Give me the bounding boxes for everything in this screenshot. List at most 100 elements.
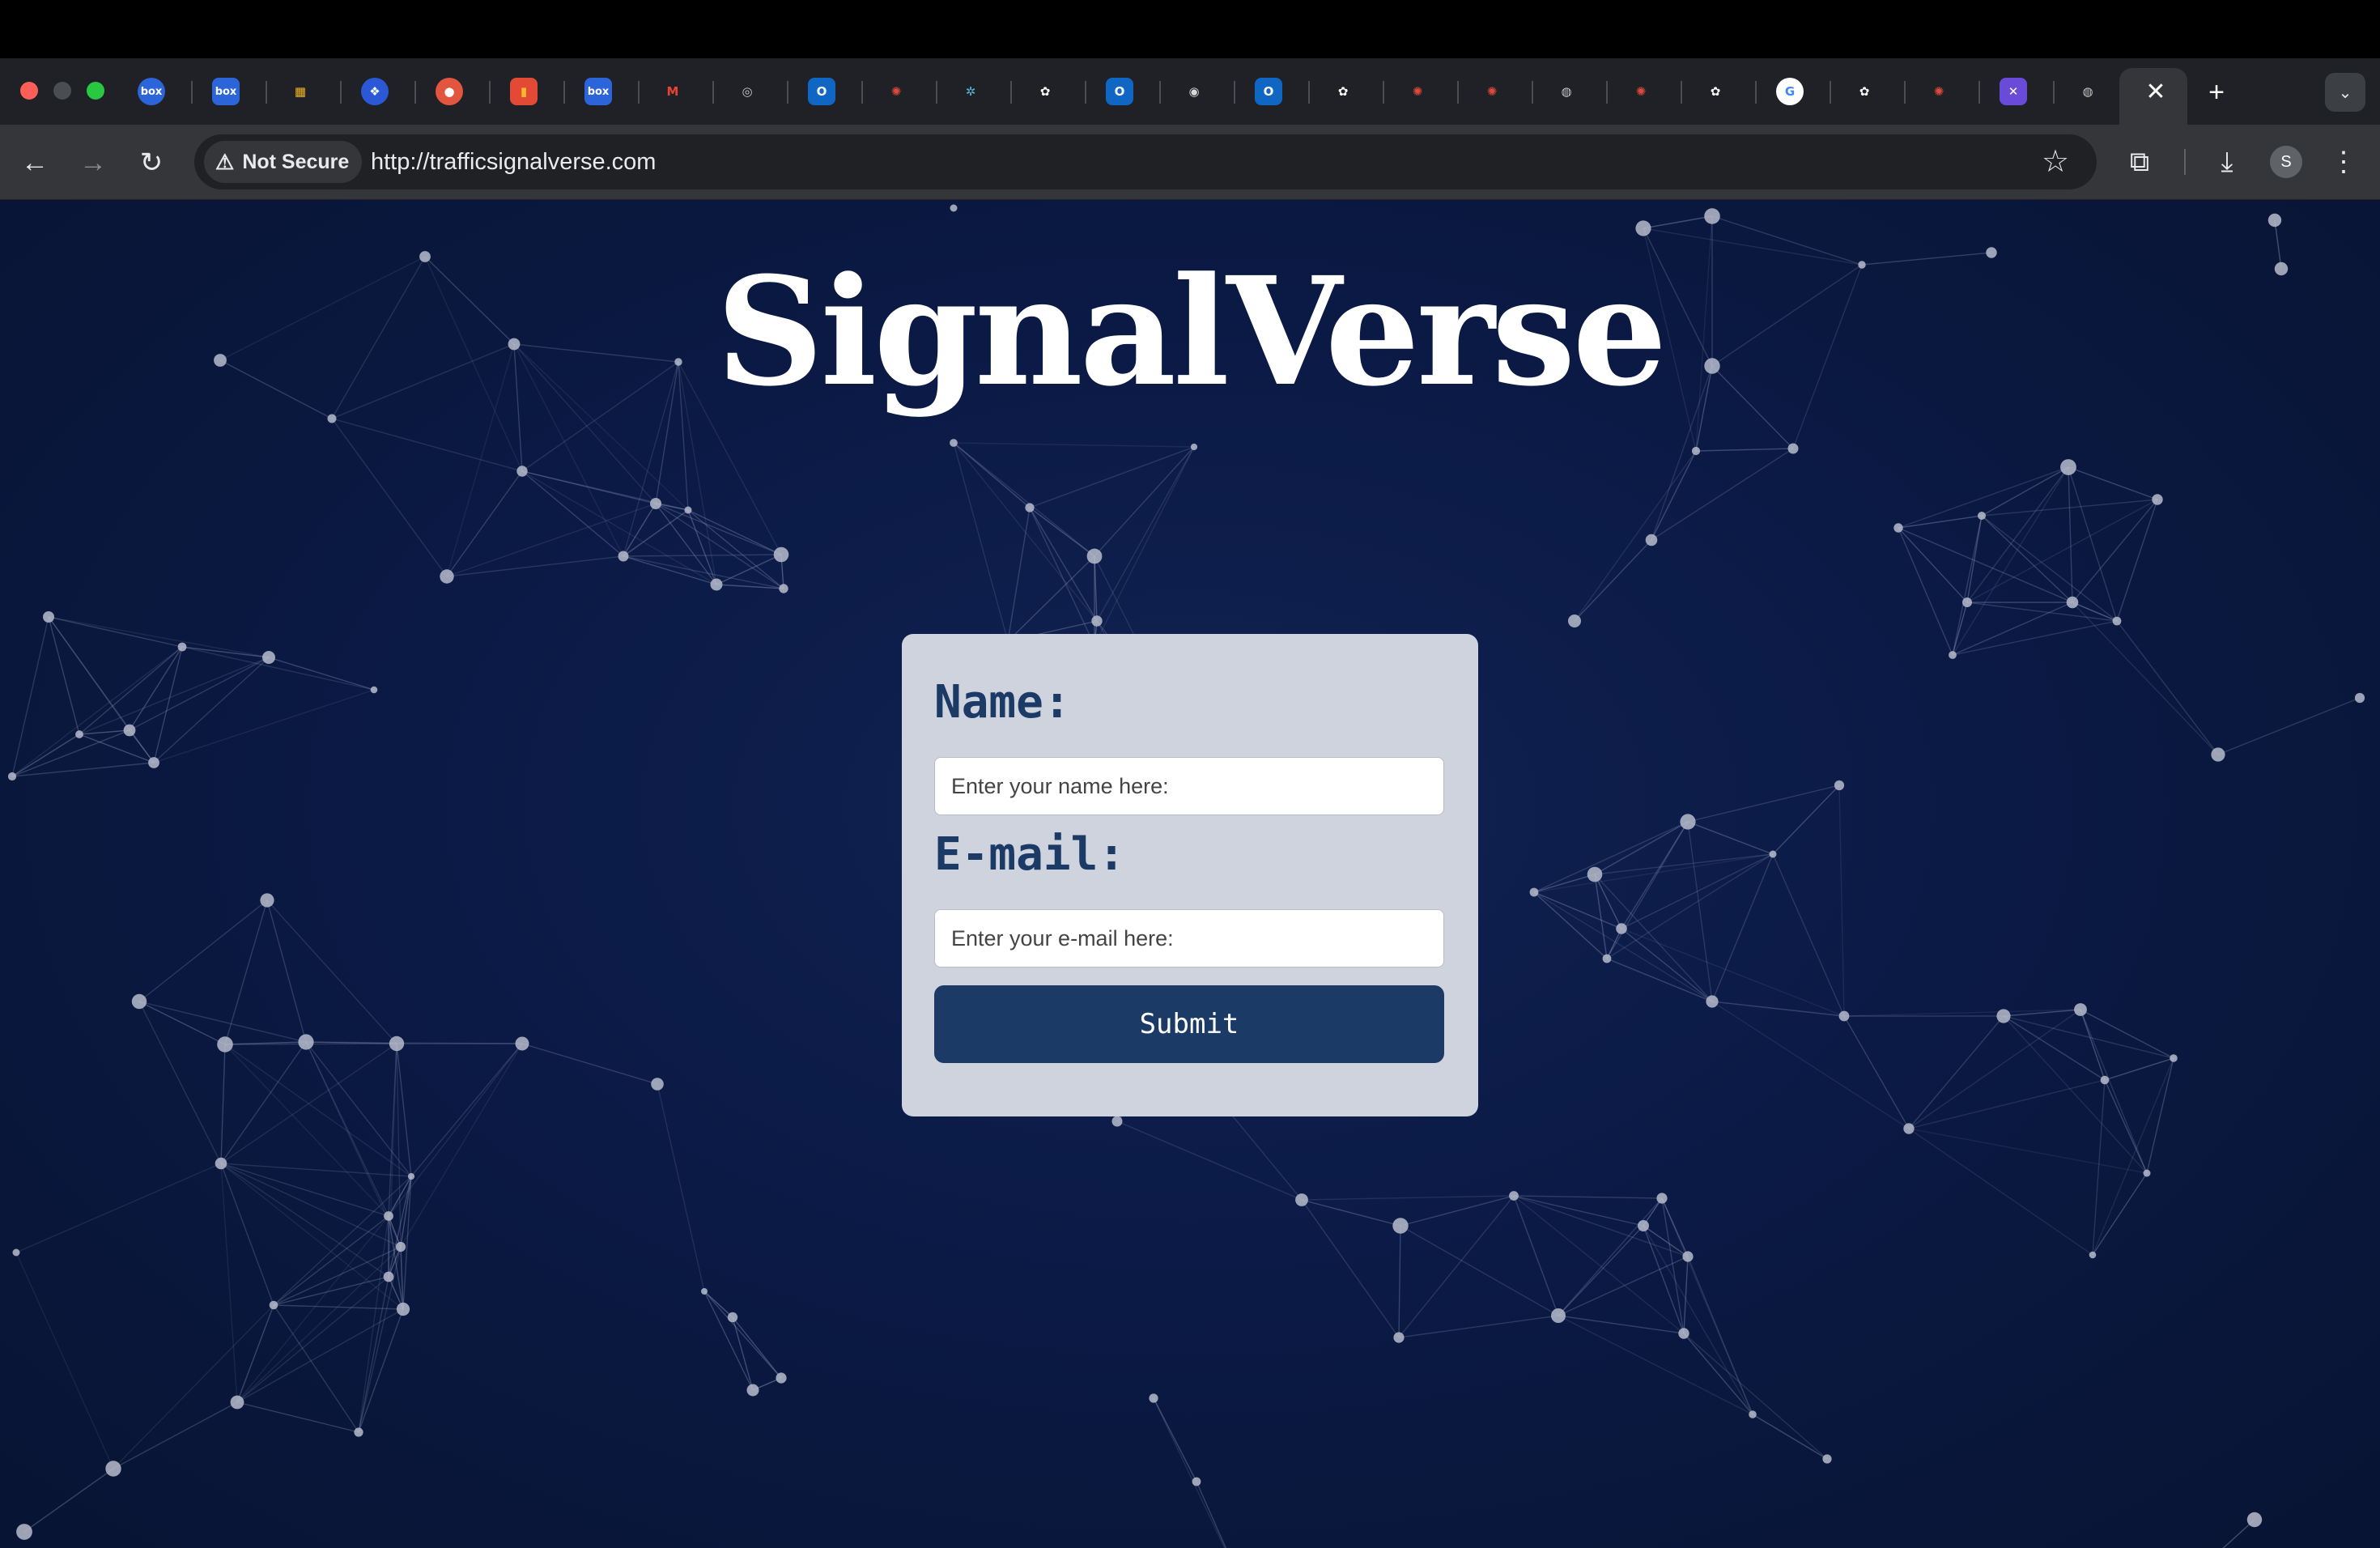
more-menu-icon[interactable]: ⋮ (2325, 144, 2362, 180)
openai-favicon-icon[interactable]: ✿ (1031, 78, 1059, 105)
tab-separator (1830, 81, 1831, 104)
network-link (1301, 1199, 1401, 1227)
network-link (138, 899, 268, 1002)
network-link (1683, 1333, 1753, 1415)
slides-favicon-icon[interactable]: ▮ (510, 78, 538, 105)
network-link (953, 442, 1031, 508)
network-link (236, 1215, 389, 1403)
network-node (1838, 1010, 1850, 1022)
network-link (1687, 1256, 1753, 1415)
google-favicon-icon[interactable]: G (1776, 78, 1804, 105)
extensions-puzzle-icon[interactable]: ⧉ (2121, 144, 2158, 180)
box-favicon-icon[interactable]: box (584, 78, 612, 105)
maps-pin-favicon-icon[interactable]: ● (436, 78, 463, 105)
outlook-favicon-icon[interactable]: O (808, 78, 835, 105)
security-indicator[interactable]: ⚠ Not Secure (204, 141, 363, 183)
network-link (1558, 1197, 1663, 1316)
email-input[interactable] (934, 909, 1444, 968)
asterisk-favicon-icon[interactable]: ✺ (1404, 78, 1431, 105)
network-link (358, 1246, 402, 1433)
network-node (7, 772, 17, 781)
perplexity-favicon-icon[interactable]: ✲ (957, 78, 984, 105)
network-node (1903, 1123, 1915, 1134)
network-link (1558, 1225, 1644, 1316)
globe-favicon-icon[interactable]: ◍ (1553, 78, 1580, 105)
download-icon[interactable]: ⤓ (2208, 144, 2246, 180)
network-node (746, 1384, 759, 1397)
network-link (11, 729, 130, 777)
network-node (2354, 692, 2365, 704)
openai-favicon-icon[interactable]: ✿ (1851, 78, 1878, 105)
network-node (1091, 615, 1103, 627)
tools-favicon-icon[interactable]: ✕ (2000, 78, 2027, 105)
network-link (138, 1001, 307, 1043)
network-link (2217, 697, 2361, 755)
outlook-favicon-icon[interactable]: O (1106, 78, 1133, 105)
submit-button[interactable]: Submit (934, 985, 1444, 1063)
network-node (1706, 995, 1719, 1008)
network-node (950, 204, 958, 212)
name-input[interactable] (934, 757, 1444, 815)
network-node (1691, 446, 1701, 456)
asterisk-favicon-icon[interactable]: ✺ (1478, 78, 1506, 105)
chrome-favicon-icon[interactable]: ◉ (1180, 78, 1208, 105)
network-link (273, 1176, 412, 1306)
network-link (521, 470, 717, 585)
network-node (1893, 523, 1903, 533)
network-node (215, 1157, 227, 1170)
network-node (384, 1211, 393, 1221)
tab-separator (1457, 81, 1459, 104)
asterisk-favicon-icon[interactable]: ✺ (1627, 78, 1655, 105)
globe-favicon-icon[interactable]: ◎ (733, 78, 761, 105)
network-link (1908, 1128, 2093, 1256)
back-arrow-icon[interactable]: ← (16, 144, 53, 181)
network-link (1643, 215, 1713, 229)
network-link (220, 1041, 307, 1164)
box-favicon-icon[interactable]: box (138, 78, 165, 105)
tab-separator (1904, 81, 1906, 104)
network-node (2112, 616, 2122, 626)
network-link (410, 1043, 523, 1177)
network-node (2267, 213, 2282, 228)
asterisk-favicon-icon[interactable]: ✺ (1925, 78, 1953, 105)
outlook-favicon-icon[interactable]: O (1255, 78, 1282, 105)
network-link (220, 1044, 226, 1164)
network-node (2060, 459, 2076, 475)
tab-separator (191, 81, 193, 104)
tab-close-icon[interactable]: ✕ (2144, 78, 2168, 107)
globe-favicon-icon[interactable]: ◍ (2074, 78, 2102, 105)
url-text[interactable]: http://trafficsignalverse.com (371, 146, 656, 178)
network-link (2104, 1057, 2174, 1081)
network-link (358, 1215, 389, 1433)
network-link (1621, 928, 1845, 1017)
network-node (1949, 651, 1957, 659)
network-link (1513, 1195, 1689, 1257)
window-zoom-control[interactable] (87, 82, 104, 100)
network-link (331, 418, 523, 472)
microsoft-favicon-icon[interactable]: ▦ (287, 78, 314, 105)
profile-avatar[interactable]: S (2270, 146, 2302, 178)
network-link (11, 762, 155, 777)
dropbox-favicon-icon[interactable]: ❖ (361, 78, 389, 105)
window-close-control[interactable] (20, 82, 38, 100)
gmail-favicon-icon[interactable]: M (659, 78, 686, 105)
forward-arrow-icon[interactable]: → (74, 144, 112, 181)
network-link (220, 1163, 412, 1177)
network-link (1606, 821, 1689, 959)
tab-search-button[interactable]: ⌄ (2325, 73, 2365, 112)
network-link (220, 1163, 389, 1278)
system-top-bar (0, 0, 2380, 58)
openai-favicon-icon[interactable]: ✿ (1329, 78, 1357, 105)
box-favicon-icon[interactable]: box (212, 78, 240, 105)
tab-separator (1681, 81, 1682, 104)
network-node (1678, 1328, 1689, 1339)
bookmark-star-icon[interactable]: ☆ (2042, 144, 2069, 180)
openai-favicon-icon[interactable]: ✿ (1702, 78, 1729, 105)
reload-icon[interactable]: ↻ (133, 144, 170, 181)
network-link (400, 1043, 523, 1248)
network-link (1687, 785, 1840, 823)
new-tab-button[interactable]: + (2200, 76, 2233, 108)
window-minimize-control[interactable] (53, 82, 71, 100)
network-link (2003, 1015, 2174, 1059)
asterisk-favicon-icon[interactable]: ✺ (882, 78, 910, 105)
